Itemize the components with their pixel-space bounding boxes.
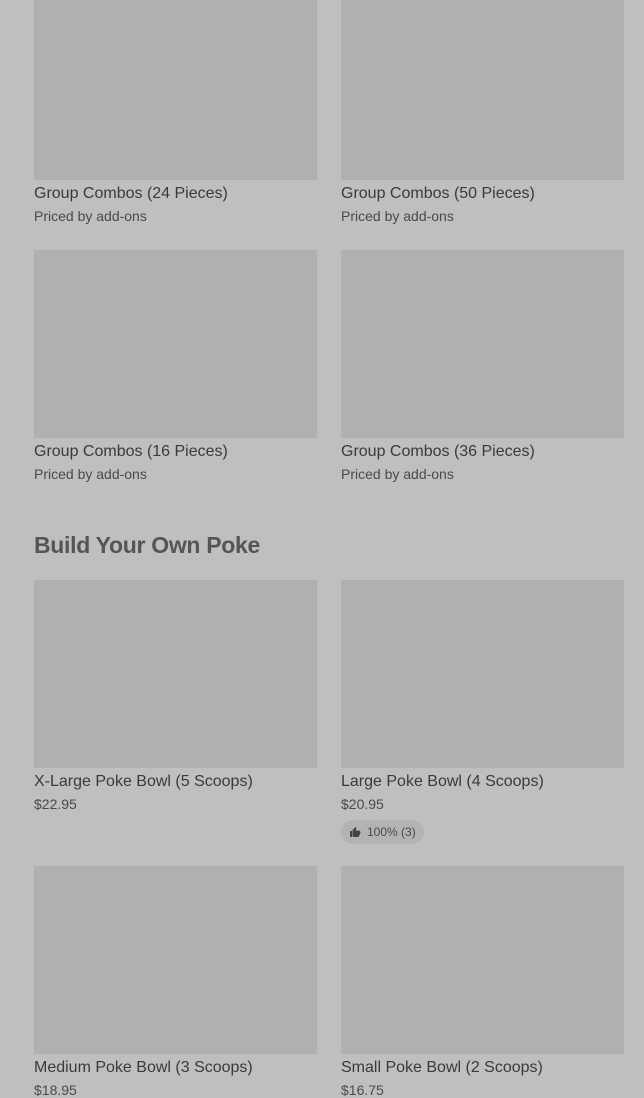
item-name: Group Combos (24 Pieces) bbox=[34, 185, 228, 202]
menu-item-card[interactable]: X-Large Poke Bowl (5 Scoops) $22.95 bbox=[34, 580, 317, 844]
item-name: Medium Poke Bowl (3 Scoops) bbox=[34, 1059, 253, 1076]
item-name: Small Poke Bowl (2 Scoops) bbox=[341, 1059, 543, 1076]
section-title: Build Your Own Poke bbox=[34, 532, 261, 558]
item-price: $20.95 bbox=[341, 796, 384, 812]
item-name: X-Large Poke Bowl (5 Scoops) bbox=[34, 773, 253, 790]
item-image bbox=[341, 250, 624, 438]
item-price: Priced by add-ons bbox=[34, 466, 147, 482]
thumbs-up-icon bbox=[350, 827, 361, 837]
rating-badge: 100% (3) bbox=[341, 820, 424, 844]
item-price: $16.75 bbox=[341, 1082, 384, 1098]
item-image bbox=[34, 580, 317, 768]
item-image bbox=[341, 0, 624, 180]
build-row-2: Medium Poke Bowl (3 Scoops) $18.95 Small… bbox=[34, 866, 624, 1098]
group-combos-row-1: Group Combos (24 Pieces) Priced by add-o… bbox=[34, 0, 624, 224]
item-name: Group Combos (50 Pieces) bbox=[341, 185, 535, 202]
item-price: $18.95 bbox=[34, 1082, 77, 1098]
rating-text: 100% (3) bbox=[367, 825, 416, 839]
menu-item-card[interactable]: Medium Poke Bowl (3 Scoops) $18.95 bbox=[34, 866, 317, 1098]
menu-item-card[interactable]: Group Combos (16 Pieces) Priced by add-o… bbox=[34, 250, 317, 482]
item-image bbox=[34, 0, 317, 180]
build-row-1: X-Large Poke Bowl (5 Scoops) $22.95 Larg… bbox=[34, 580, 624, 844]
item-image bbox=[341, 866, 624, 1054]
menu-item-card[interactable]: Group Combos (24 Pieces) Priced by add-o… bbox=[34, 0, 317, 224]
item-image bbox=[341, 580, 624, 768]
item-price: $22.95 bbox=[34, 796, 77, 812]
group-combos-row-2: Group Combos (16 Pieces) Priced by add-o… bbox=[34, 250, 624, 482]
item-name: Large Poke Bowl (4 Scoops) bbox=[341, 773, 544, 790]
item-image bbox=[34, 250, 317, 438]
item-price: Priced by add-ons bbox=[341, 208, 454, 224]
item-price: Priced by add-ons bbox=[341, 466, 454, 482]
menu-item-card[interactable]: Large Poke Bowl (4 Scoops) $20.95 100% (… bbox=[341, 580, 624, 844]
menu-item-card[interactable]: Group Combos (36 Pieces) Priced by add-o… bbox=[341, 250, 624, 482]
item-price: Priced by add-ons bbox=[34, 208, 147, 224]
item-image bbox=[34, 866, 317, 1054]
item-name: Group Combos (36 Pieces) bbox=[341, 443, 535, 460]
menu-item-card[interactable]: Group Combos (50 Pieces) Priced by add-o… bbox=[341, 0, 624, 224]
item-name: Group Combos (16 Pieces) bbox=[34, 443, 228, 460]
menu-item-card[interactable]: Small Poke Bowl (2 Scoops) $16.75 bbox=[341, 866, 624, 1098]
